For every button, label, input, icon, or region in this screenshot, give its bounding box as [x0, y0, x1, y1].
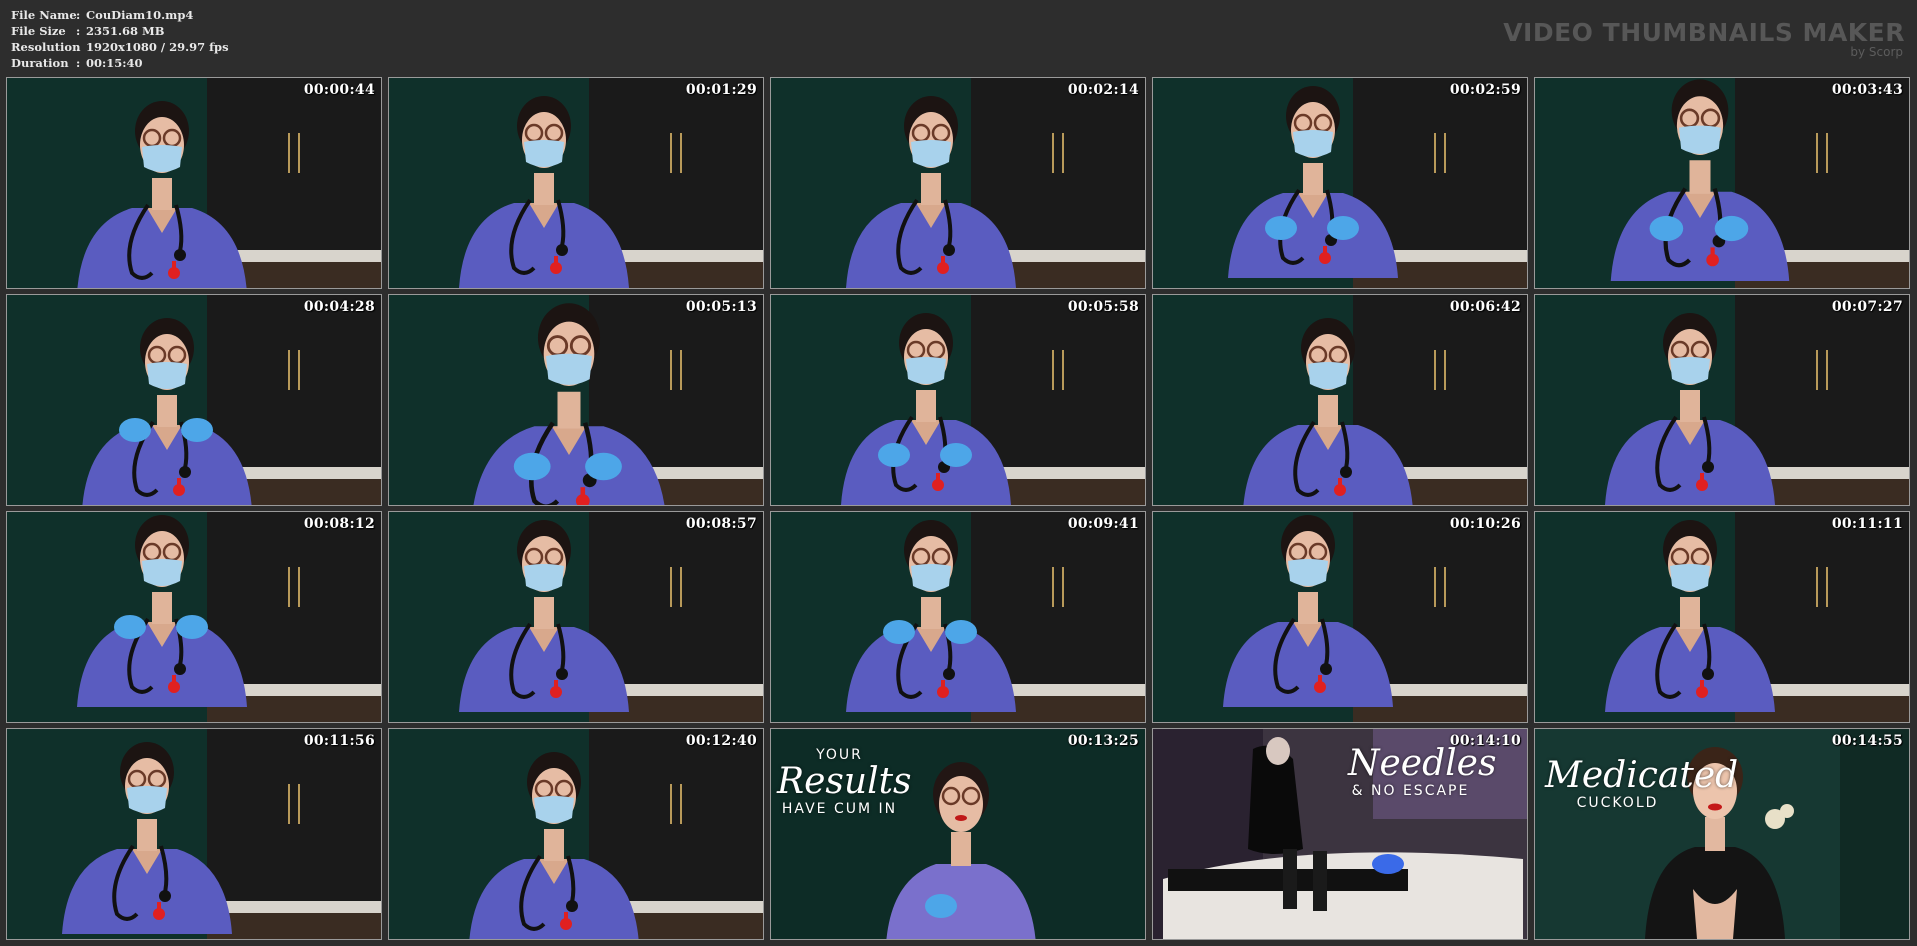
promo-text: YOUR Results HAVE CUM IN [777, 747, 912, 817]
thumbnail-9[interactable]: 00:06:42 [1152, 294, 1528, 506]
thumbnail-image [1535, 512, 1909, 722]
resolution-row: Resolution : 1920x1080 / 29.97 fps [11, 39, 229, 55]
thumbnail-image [389, 78, 763, 288]
timestamp: 00:07:27 [1831, 299, 1903, 315]
thumbnail-image [1153, 512, 1527, 722]
timestamp: 00:08:12 [303, 516, 375, 532]
thumbnail-11[interactable]: 00:08:12 [6, 511, 382, 723]
thumbnail-5[interactable]: 00:03:43 [1534, 77, 1910, 289]
promo-line3: HAVE CUM IN [781, 801, 898, 817]
timestamp: 00:00:44 [303, 82, 375, 98]
brand-title: VIDEO THUMBNAILS MAKER [1503, 18, 1905, 47]
thumbnail-8[interactable]: 00:05:58 [770, 294, 1146, 506]
timestamp: 00:11:56 [303, 733, 375, 749]
thumbnail-image [7, 729, 381, 939]
duration-label: Duration [11, 56, 69, 70]
thumbnail-16[interactable]: 00:11:56 [6, 728, 382, 940]
duration-row: Duration : 00:15:40 [11, 55, 229, 71]
timestamp: 00:02:59 [1449, 82, 1521, 98]
thumbnail-image [1153, 295, 1527, 505]
thumbnail-6[interactable]: 00:04:28 [6, 294, 382, 506]
thumbnail-12[interactable]: 00:08:57 [388, 511, 764, 723]
timestamp: 00:06:42 [1449, 299, 1521, 315]
thumbnail-image [389, 295, 763, 505]
promo-line1: Needles [1348, 743, 1497, 784]
header: File Name : CouDiam10.mp4 File Size : 23… [0, 0, 1917, 74]
timestamp: 00:05:13 [685, 299, 757, 315]
duration-value: 00:15:40 [86, 56, 143, 70]
thumbnail-image [771, 78, 1145, 288]
thumbnail-10[interactable]: 00:07:27 [1534, 294, 1910, 506]
timestamp: 00:14:55 [1831, 733, 1903, 749]
thumbnail-image [7, 78, 381, 288]
thumbnail-grid: 00:00:44 00:01:29 00:02:14 00:02:59 00:03:43… [6, 77, 1913, 942]
timestamp: 00:09:41 [1067, 516, 1139, 532]
timestamp: 00:14:10 [1449, 733, 1521, 749]
thumbnail-14[interactable]: 00:10:26 [1152, 511, 1528, 723]
file-size-row: File Size : 2351.68 MB [11, 23, 229, 39]
separator: : [76, 24, 81, 38]
timestamp: 00:12:40 [685, 733, 757, 749]
thumbnail-3[interactable]: 00:02:14 [770, 77, 1146, 289]
thumbnail-2[interactable]: 00:01:29 [388, 77, 764, 289]
timestamp: 00:10:26 [1449, 516, 1521, 532]
thumbnail-7[interactable]: 00:05:13 [388, 294, 764, 506]
thumbnail-image [7, 295, 381, 505]
thumbnail-18[interactable]: YOUR Results HAVE CUM IN 00:13:25 [770, 728, 1146, 940]
resolution-value: 1920x1080 / 29.97 fps [86, 40, 229, 54]
timestamp: 00:03:43 [1831, 82, 1903, 98]
file-name-value: CouDiam10.mp4 [86, 8, 194, 22]
thumbnail-4[interactable]: 00:02:59 [1152, 77, 1528, 289]
file-size-label: File Size [11, 24, 66, 38]
timestamp: 00:05:58 [1067, 299, 1139, 315]
timestamp: 00:08:57 [685, 516, 757, 532]
separator: : [76, 8, 81, 22]
thumbnail-19[interactable]: Needles & NO ESCAPE 00:14:10 [1152, 728, 1528, 940]
file-size-value: 2351.68 MB [86, 24, 165, 38]
thumbnail-1[interactable]: 00:00:44 [6, 77, 382, 289]
thumbnail-15[interactable]: 00:11:11 [1534, 511, 1910, 723]
promo-line1: Medicated [1545, 755, 1739, 796]
brand-subtitle: by Scorp [1850, 45, 1903, 59]
thumbnail-image [389, 729, 763, 939]
file-name-row: File Name : CouDiam10.mp4 [11, 7, 229, 23]
thumbnail-13[interactable]: 00:09:41 [770, 511, 1146, 723]
file-info: File Name : CouDiam10.mp4 File Size : 23… [11, 7, 229, 71]
timestamp: 00:11:11 [1831, 516, 1903, 532]
timestamp: 00:01:29 [685, 82, 757, 98]
promo-line2: Results [777, 761, 912, 802]
brand-watermark: VIDEO THUMBNAILS MAKER by Scorp [1503, 18, 1905, 59]
thumbnail-image [1535, 78, 1909, 288]
promo-text: Needles & NO ESCAPE [1348, 743, 1497, 800]
thumbnail-17[interactable]: 00:12:40 [388, 728, 764, 940]
thumbnail-image [1153, 78, 1527, 288]
separator: : [76, 40, 81, 54]
timestamp: 00:04:28 [303, 299, 375, 315]
promo-line2: & NO ESCAPE [1351, 783, 1470, 799]
promo-text: Medicated CUCKOLD [1545, 755, 1739, 812]
timestamp: 00:02:14 [1067, 82, 1139, 98]
separator: : [76, 56, 81, 70]
resolution-label: Resolution [11, 40, 81, 54]
file-name-label: File Name [11, 8, 77, 22]
thumbnail-20[interactable]: Medicated CUCKOLD 00:14:55 [1534, 728, 1910, 940]
timestamp: 00:13:25 [1067, 733, 1139, 749]
thumbnail-image [771, 295, 1145, 505]
promo-line2: CUCKOLD [1576, 795, 1659, 811]
thumbnail-image [1535, 295, 1909, 505]
thumbnail-image [7, 512, 381, 722]
thumbnail-image [771, 512, 1145, 722]
thumbnail-sheet: File Name : CouDiam10.mp4 File Size : 23… [0, 0, 1917, 946]
thumbnail-image [389, 512, 763, 722]
